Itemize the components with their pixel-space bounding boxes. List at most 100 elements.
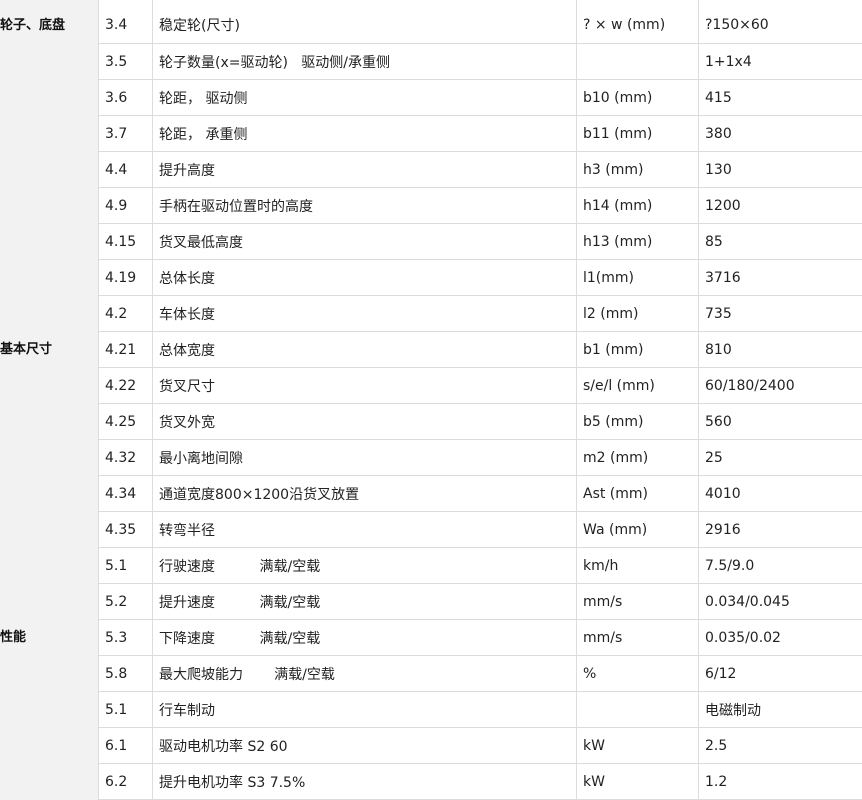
row-unit (576, 691, 699, 728)
table-row: 5.2 提升速度 满载/空载 mm/s 0.034/0.045 (98, 583, 862, 620)
row-item: 最小离地间隙 (152, 439, 577, 476)
row-unit: Wa (mm) (576, 511, 699, 548)
table-row: 3.6 轮距， 驱动侧 b10 (mm) 415 (98, 79, 862, 116)
table-row: 4.25 货叉外宽 b5 (mm) 560 (98, 403, 862, 440)
table-row: 5.8 最大爬坡能力 满载/空载 % 6/12 (98, 655, 862, 692)
row-unit: ? × w (mm) (576, 0, 699, 44)
row-item: 驱动电机功率 S2 60 (152, 727, 577, 764)
row-value: 560 (698, 403, 862, 440)
row-unit: l2 (mm) (576, 295, 699, 332)
row-value: 3716 (698, 259, 862, 296)
row-value: 1+1x4 (698, 43, 862, 80)
row-number: 4.4 (98, 151, 153, 188)
table-row: 6.1 驱动电机功率 S2 60 kW 2.5 (98, 727, 862, 764)
row-value: 0.035/0.02 (698, 619, 862, 656)
row-unit: h14 (mm) (576, 187, 699, 224)
row-number: 6.1 (98, 727, 153, 764)
row-unit: h13 (mm) (576, 223, 699, 260)
row-unit (576, 43, 699, 80)
row-number: 3.5 (98, 43, 153, 80)
row-number: 5.3 (98, 619, 153, 656)
row-value: 0.034/0.045 (698, 583, 862, 620)
row-unit: Ast (mm) (576, 475, 699, 512)
spec-table-body: 3.4 稳定轮(尺寸) ? × w (mm) ?150×60 3.5 轮子数量(… (98, 0, 862, 800)
row-number: 6.2 (98, 763, 153, 800)
row-value: 1200 (698, 187, 862, 224)
table-row: 4.34 通道宽度800×1200沿货叉放置 Ast (mm) 4010 (98, 475, 862, 512)
row-value: 2916 (698, 511, 862, 548)
row-value: 415 (698, 79, 862, 116)
row-unit: mm/s (576, 583, 699, 620)
row-value: 7.5/9.0 (698, 547, 862, 584)
row-number: 3.4 (98, 0, 153, 44)
row-item: 提升高度 (152, 151, 577, 188)
row-item: 车体长度 (152, 295, 577, 332)
row-value: 380 (698, 115, 862, 152)
row-item: 总体宽度 (152, 331, 577, 368)
row-value: 电磁制动 (698, 691, 862, 728)
row-number: 4.25 (98, 403, 153, 440)
row-value: 60/180/2400 (698, 367, 862, 404)
table-row: 4.4 提升高度 h3 (mm) 130 (98, 151, 862, 188)
row-number: 4.9 (98, 187, 153, 224)
row-unit: b5 (mm) (576, 403, 699, 440)
row-unit: b11 (mm) (576, 115, 699, 152)
row-unit: m2 (mm) (576, 439, 699, 476)
row-value: 1.2 (698, 763, 862, 800)
row-item: 转弯半径 (152, 511, 577, 548)
table-row: 5.3 下降速度 满载/空载 mm/s 0.035/0.02 (98, 619, 862, 656)
row-unit: s/e/l (mm) (576, 367, 699, 404)
row-number: 5.8 (98, 655, 153, 692)
row-number: 5.2 (98, 583, 153, 620)
row-value: 735 (698, 295, 862, 332)
category-label-wheels-chassis: 轮子、底盘 (0, 18, 66, 33)
row-number: 4.19 (98, 259, 153, 296)
row-number: 5.1 (98, 691, 153, 728)
table-row: 5.1 行车制动 电磁制动 (98, 691, 862, 728)
row-number: 5.1 (98, 547, 153, 584)
row-item: 总体长度 (152, 259, 577, 296)
row-item: 货叉尺寸 (152, 367, 577, 404)
table-row: 4.35 转弯半径 Wa (mm) 2916 (98, 511, 862, 548)
table-row: 4.2 车体长度 l2 (mm) 735 (98, 295, 862, 332)
row-unit: b1 (mm) (576, 331, 699, 368)
table-row: 4.9 手柄在驱动位置时的高度 h14 (mm) 1200 (98, 187, 862, 224)
table-row: 4.15 货叉最低高度 h13 (mm) 85 (98, 223, 862, 260)
row-item: 下降速度 满载/空载 (152, 619, 577, 656)
row-unit: h3 (mm) (576, 151, 699, 188)
row-item: 货叉最低高度 (152, 223, 577, 260)
row-value: ?150×60 (698, 0, 862, 44)
table-row: 3.5 轮子数量(x=驱动轮) 驱动侧/承重侧 1+1x4 (98, 43, 862, 80)
row-unit: l1(mm) (576, 259, 699, 296)
row-value: 2.5 (698, 727, 862, 764)
row-unit: % (576, 655, 699, 692)
row-item: 行驶速度 满载/空载 (152, 547, 577, 584)
row-number: 4.21 (98, 331, 153, 368)
category-column: 轮子、底盘 基本尺寸 性能 (0, 0, 98, 800)
row-item: 手柄在驱动位置时的高度 (152, 187, 577, 224)
row-item: 行车制动 (152, 691, 577, 728)
row-item: 提升电机功率 S3 7.5% (152, 763, 577, 800)
row-number: 4.15 (98, 223, 153, 260)
row-item: 轮距， 驱动侧 (152, 79, 577, 116)
row-value: 4010 (698, 475, 862, 512)
row-item: 货叉外宽 (152, 403, 577, 440)
row-number: 3.7 (98, 115, 153, 152)
row-value: 6/12 (698, 655, 862, 692)
row-item: 提升速度 满载/空载 (152, 583, 577, 620)
row-item: 稳定轮(尺寸) (152, 0, 577, 44)
row-value: 25 (698, 439, 862, 476)
row-item: 轮子数量(x=驱动轮) 驱动侧/承重侧 (152, 43, 577, 80)
row-item: 通道宽度800×1200沿货叉放置 (152, 475, 577, 512)
table-row: 3.7 轮距， 承重侧 b11 (mm) 380 (98, 115, 862, 152)
table-row: 6.2 提升电机功率 S3 7.5% kW 1.2 (98, 763, 862, 800)
table-row: 5.1 行驶速度 满载/空载 km/h 7.5/9.0 (98, 547, 862, 584)
row-item: 轮距， 承重侧 (152, 115, 577, 152)
row-value: 85 (698, 223, 862, 260)
table-row: 3.4 稳定轮(尺寸) ? × w (mm) ?150×60 (98, 0, 862, 44)
table-row: 4.22 货叉尺寸 s/e/l (mm) 60/180/2400 (98, 367, 862, 404)
row-unit: km/h (576, 547, 699, 584)
row-value: 130 (698, 151, 862, 188)
category-label-dimensions: 基本尺寸 (0, 342, 53, 357)
row-number: 4.35 (98, 511, 153, 548)
